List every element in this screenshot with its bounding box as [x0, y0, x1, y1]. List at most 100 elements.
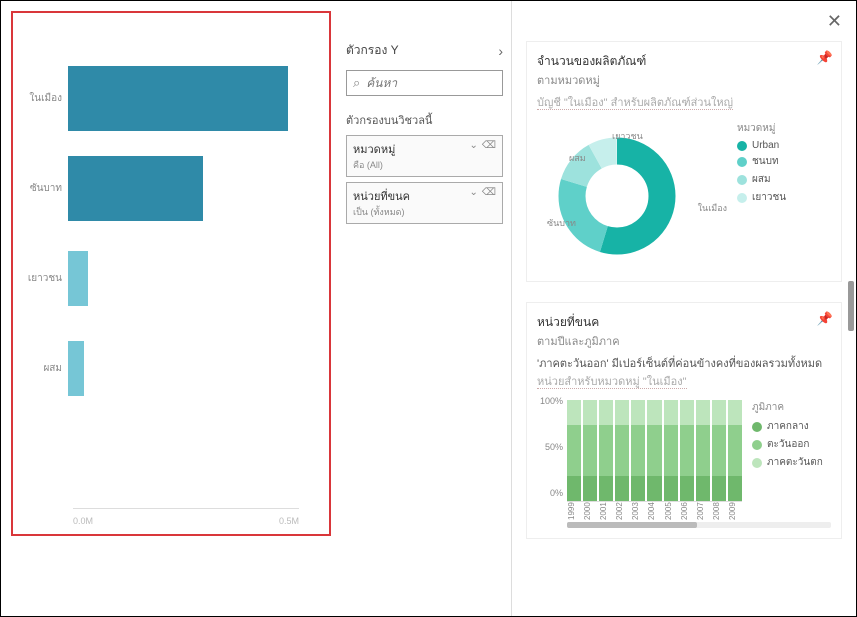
legend-label: Urban — [752, 140, 779, 151]
legend-title: ภูมิภาค — [752, 400, 823, 415]
stack-segment — [567, 425, 581, 476]
bar-label: ในเมือง — [13, 91, 68, 106]
legend-swatch — [737, 175, 747, 185]
filter-title: หน่วยที่ขนค — [353, 187, 410, 205]
stack-segment — [631, 400, 645, 425]
x-axis-labels: 0.0M 0.5M — [73, 516, 299, 526]
stack-segment — [583, 425, 597, 476]
pin-icon[interactable]: 📌 — [817, 50, 833, 66]
filter-card[interactable]: หน่วยที่ขนค เป็น (ทั้งหมด) ⌄ ⌫ — [346, 182, 503, 224]
slice-label: ซันบาท — [547, 216, 576, 230]
stack-segment — [696, 476, 710, 501]
stack-segment — [599, 476, 613, 501]
legend-label: ผสม — [752, 172, 771, 187]
chevron-right-icon[interactable]: › — [498, 43, 503, 59]
x-axis-line — [73, 508, 299, 509]
pin-icon[interactable]: 📌 — [817, 311, 833, 327]
chevron-down-icon[interactable]: ⌄ — [469, 140, 477, 151]
bar-chart-visual[interactable]: ในเมือง ซันบาท เยาวชน ผสม 0.0M 0.5M — [11, 11, 331, 536]
slice-label: ในเมือง — [698, 201, 727, 215]
stack-col — [583, 400, 597, 501]
stack-col — [647, 400, 661, 501]
stack-col — [712, 400, 726, 501]
filter-card[interactable]: หมวดหมู่ คือ (All) ⌄ ⌫ — [346, 135, 503, 177]
bar-rect — [68, 251, 88, 306]
stack-col — [615, 400, 629, 501]
legend-label: ภาคกลาง — [767, 419, 809, 434]
x-tick: 2004 — [647, 504, 661, 520]
donut-chart — [537, 121, 697, 271]
card-desc: 'ภาคตะวันออก' มีเปอร์เซ็นต์ที่ค่อนข้างคง… — [537, 354, 831, 390]
legend-swatch — [752, 440, 762, 450]
search-icon: ⌕ — [353, 75, 360, 91]
stack-segment — [728, 425, 742, 476]
stack-col — [567, 400, 581, 501]
insight-card-donut: 📌 จํานวนของผลิตภัณฑ์ ตามหมวดหมู่ บัญชี "… — [526, 41, 842, 282]
eraser-icon[interactable]: ⌫ — [482, 140, 496, 151]
search-box[interactable]: ⌕ — [346, 70, 503, 96]
legend-label: ชนบท — [752, 154, 779, 169]
legend-label: ตะวันออก — [767, 437, 809, 452]
filters-on-visual-label: ตัวกรองบนวิชวลนี้ — [346, 111, 503, 129]
stack-segment — [647, 476, 661, 501]
stack-segment — [680, 400, 694, 425]
stack-col — [599, 400, 613, 501]
stack-segment — [728, 400, 742, 425]
stack-segment — [680, 476, 694, 501]
donut-legend: หมวดหมู่ Urban ชนบท ผสม เยาวชน — [737, 121, 786, 271]
card-title: หน่วยที่ขนค — [537, 313, 831, 332]
stack-segment — [680, 425, 694, 476]
scrollbar-thumb[interactable] — [848, 281, 854, 331]
stack-col — [680, 400, 694, 501]
filter-sub: เป็น (ทั้งหมด) — [353, 205, 410, 219]
x-tick: 2006 — [680, 504, 694, 520]
stack-segment — [712, 425, 726, 476]
horizontal-scrollbar[interactable] — [567, 522, 831, 528]
axis-tick: 0.0M — [73, 516, 93, 526]
insights-pane: ✕ 📌 จํานวนของผลิตภัณฑ์ ตามหมวดหมู่ บัญชี… — [511, 1, 856, 616]
scrollbar-thumb[interactable] — [567, 522, 697, 528]
legend-title: หมวดหมู่ — [737, 121, 786, 136]
search-input[interactable] — [366, 76, 496, 90]
bar-rect — [68, 66, 288, 131]
stack-segment — [696, 400, 710, 425]
close-icon[interactable]: ✕ — [827, 11, 842, 32]
card-desc-text: 'ภาคตะวันออก' มีเปอร์เซ็นต์ที่ค่อนข้างคง… — [537, 358, 822, 370]
eraser-icon[interactable]: ⌫ — [482, 187, 496, 198]
stack-segment — [583, 476, 597, 501]
stack-col — [664, 400, 678, 501]
stack-segment — [712, 476, 726, 501]
x-tick: 2003 — [631, 504, 645, 520]
x-tick: 2007 — [696, 504, 710, 520]
stack-segment — [567, 476, 581, 501]
stack-col — [696, 400, 710, 501]
x-tick: 2001 — [599, 504, 613, 520]
insight-card-stacked: 📌 หน่วยที่ขนค ตามปีและภูมิภาค 'ภาคตะวันอ… — [526, 302, 842, 539]
bar-label: ซันบาท — [13, 181, 68, 196]
card-sub: ตามปีและภูมิภาค — [537, 332, 831, 350]
stack-segment — [664, 425, 678, 476]
y-tick: 100% — [537, 396, 563, 406]
stack-col — [631, 400, 645, 501]
legend-swatch — [737, 141, 747, 151]
bar-label: ผสม — [13, 361, 68, 376]
x-tick: 2002 — [615, 504, 629, 520]
stacked-legend: ภูมิภาค ภาคกลาง ตะวันออก ภาคตะวันตก — [752, 400, 823, 520]
stack-segment — [615, 476, 629, 501]
stack-segment — [664, 476, 678, 501]
filter-title: หมวดหมู่ — [353, 140, 395, 158]
legend-swatch — [737, 193, 747, 203]
bar-rect — [68, 341, 84, 396]
slice-label: ผสม — [569, 151, 586, 165]
left-pane: ในเมือง ซันบาท เยาวชน ผสม 0.0M 0.5M — [1, 1, 346, 616]
slice-label: เยาวชน — [612, 129, 643, 143]
card-desc: บัญชี "ในเมือง" สำหรับผลิตภัณฑ์ส่วนใหญ่ — [537, 93, 831, 111]
stack-segment — [567, 400, 581, 425]
stack-segment — [631, 476, 645, 501]
legend-label: เยาวชน — [752, 190, 786, 205]
chevron-down-icon[interactable]: ⌄ — [469, 187, 477, 198]
legend-label: ภาคตะวันตก — [767, 455, 823, 470]
axis-tick: 0.5M — [279, 516, 299, 526]
stack-segment — [599, 400, 613, 425]
card-desc-text: บัญชี "ในเมือง" สำหรับผลิตภัณฑ์ส่วนใหญ่ — [537, 97, 733, 110]
